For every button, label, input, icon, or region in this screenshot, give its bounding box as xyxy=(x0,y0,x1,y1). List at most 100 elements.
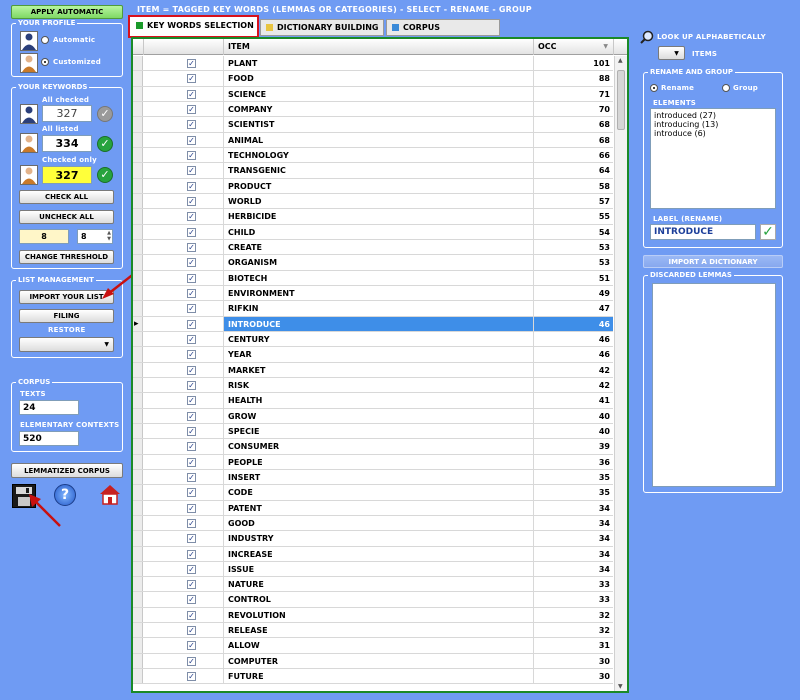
row-selector[interactable] xyxy=(133,423,143,439)
row-checkbox[interactable]: ✓ xyxy=(187,396,196,406)
row-checkbox[interactable]: ✓ xyxy=(187,304,196,314)
row-checkbox[interactable]: ✓ xyxy=(187,288,196,298)
row-selector[interactable] xyxy=(133,178,143,193)
row-selector[interactable] xyxy=(133,255,143,270)
row-selector[interactable] xyxy=(133,132,143,147)
row-checkbox[interactable]: ✓ xyxy=(187,518,196,528)
tab-dictionary-building[interactable]: DICTIONARY BUILDING xyxy=(260,19,384,36)
rename-radio[interactable] xyxy=(650,84,658,92)
restore-dropdown[interactable]: ▼ xyxy=(19,337,114,352)
table-row[interactable]: ✓ INSERT 35 xyxy=(133,469,613,486)
item-column-header[interactable]: ITEM xyxy=(224,39,534,55)
row-selector[interactable] xyxy=(133,623,143,638)
row-selector[interactable] xyxy=(133,607,143,623)
row-checkbox[interactable]: ✓ xyxy=(187,549,196,559)
table-row[interactable]: ✓ PRODUCT 58 xyxy=(133,178,613,194)
row-checkbox[interactable]: ✓ xyxy=(187,227,196,237)
home-icon[interactable] xyxy=(98,482,122,506)
lookup-dropdown[interactable]: ▼ xyxy=(658,46,685,60)
row-selector[interactable] xyxy=(133,163,143,178)
row-checkbox[interactable]: ✓ xyxy=(187,672,196,682)
row-checkbox[interactable]: ✓ xyxy=(187,564,196,574)
group-radio[interactable] xyxy=(722,84,730,92)
row-checkbox[interactable]: ✓ xyxy=(187,120,196,130)
table-row[interactable]: ✓ RIFKIN 47 xyxy=(133,301,613,317)
row-selector[interactable] xyxy=(133,485,143,500)
table-row[interactable]: ✓ CONSUMER 39 xyxy=(133,439,613,455)
vertical-scrollbar[interactable]: ▲ ▼ xyxy=(614,56,627,691)
table-row[interactable]: ✓ BIOTECH 51 xyxy=(133,270,613,286)
row-selector[interactable] xyxy=(133,270,143,285)
list-item[interactable]: introducing (13) xyxy=(654,120,772,129)
table-row[interactable]: ✓ REVOLUTION 32 xyxy=(133,607,613,624)
row-selector[interactable] xyxy=(133,653,143,669)
table-row[interactable]: ✓ WORLD 57 xyxy=(133,193,613,210)
row-checkbox[interactable]: ✓ xyxy=(187,334,196,344)
row-checkbox[interactable]: ✓ xyxy=(187,150,196,160)
row-checkbox[interactable]: ✓ xyxy=(187,610,196,620)
table-row[interactable]: ✓ INTRODUCE46 xyxy=(133,316,613,332)
table-row[interactable]: ✓ CODE 35 xyxy=(133,485,613,501)
confirm-check-icon[interactable]: ✓ xyxy=(760,224,776,240)
table-row[interactable]: ✓ INDUSTRY 34 xyxy=(133,531,613,547)
row-checkbox[interactable]: ✓ xyxy=(187,534,196,544)
table-row[interactable]: ✓ ORGANISM 53 xyxy=(133,255,613,271)
table-row[interactable]: ✓ MARKET 42 xyxy=(133,362,613,378)
table-row[interactable]: ✓ TECHNOLOGY 66 xyxy=(133,147,613,164)
table-row[interactable]: ✓ FUTURE 30 xyxy=(133,669,613,685)
row-checkbox[interactable]: ✓ xyxy=(187,89,196,99)
row-selector[interactable] xyxy=(133,592,143,607)
table-row[interactable]: ✓ ALLOW 31 xyxy=(133,638,613,654)
row-checkbox[interactable]: ✓ xyxy=(187,580,196,590)
row-checkbox[interactable]: ✓ xyxy=(187,212,196,222)
row-checkbox[interactable]: ✓ xyxy=(187,426,196,436)
row-selector[interactable] xyxy=(133,117,143,132)
row-selector[interactable] xyxy=(133,669,143,684)
row-selector[interactable] xyxy=(133,469,143,485)
row-checkbox[interactable]: ✓ xyxy=(187,166,196,176)
row-selector[interactable] xyxy=(133,101,143,117)
row-checkbox[interactable]: ✓ xyxy=(187,365,196,375)
table-row[interactable]: ✓ COMPANY 70 xyxy=(133,101,613,118)
row-checkbox[interactable]: ✓ xyxy=(187,503,196,513)
keywords-grid[interactable]: ITEM OCC ▼ ✓ PLANT 101 ✓ FOOD 88 ✓ SCIENCE 71 ✓ CO… xyxy=(131,37,629,693)
check-icon[interactable]: ✓ xyxy=(97,106,113,122)
row-selector[interactable] xyxy=(133,331,143,347)
magnifier-icon[interactable] xyxy=(640,30,654,44)
row-checkbox[interactable]: ✓ xyxy=(187,319,196,329)
list-item[interactable]: introduce (6) xyxy=(654,129,772,138)
label-rename-input[interactable]: INTRODUCE xyxy=(650,224,756,240)
row-selector[interactable] xyxy=(133,71,143,86)
row-selector[interactable] xyxy=(133,56,143,71)
table-row[interactable]: ✓ PLANT 101 xyxy=(133,56,613,72)
table-row[interactable]: ✓ TRANSGENIC 64 xyxy=(133,163,613,179)
table-row[interactable]: ✓ FOOD 88 xyxy=(133,71,613,87)
table-row[interactable]: ✓ PATENT 34 xyxy=(133,500,613,516)
row-selector[interactable] xyxy=(133,531,143,546)
row-checkbox[interactable]: ✓ xyxy=(187,488,196,498)
row-selector[interactable] xyxy=(133,515,143,531)
table-row[interactable]: ✓ ISSUE 34 xyxy=(133,561,613,578)
table-row[interactable]: ✓ SCIENCE 71 xyxy=(133,86,613,102)
row-selector[interactable] xyxy=(133,577,143,592)
elements-list[interactable]: introduced (27) introducing (13) introdu… xyxy=(650,108,776,209)
row-checkbox[interactable]: ✓ xyxy=(187,595,196,605)
table-row[interactable]: ✓ GOOD 34 xyxy=(133,515,613,532)
row-selector[interactable] xyxy=(133,347,143,362)
threshold-spinner[interactable]: 8 ▲ ▼ xyxy=(77,229,113,244)
row-checkbox[interactable]: ✓ xyxy=(187,104,196,114)
row-selector[interactable] xyxy=(133,638,143,653)
table-row[interactable]: ✓ NATURE 33 xyxy=(133,577,613,593)
row-selector[interactable] xyxy=(133,86,143,101)
table-row[interactable]: ✓ ENVIRONMENT 49 xyxy=(133,285,613,302)
table-row[interactable]: ✓ CONTROL 33 xyxy=(133,592,613,608)
table-row[interactable]: ✓ COMPUTER 30 xyxy=(133,653,613,670)
row-checkbox[interactable]: ✓ xyxy=(187,242,196,252)
row-checkbox[interactable]: ✓ xyxy=(187,411,196,421)
row-selector[interactable] xyxy=(133,362,143,377)
row-selector[interactable] xyxy=(133,193,143,209)
scroll-down-icon[interactable]: ▼ xyxy=(618,683,623,690)
row-selector[interactable] xyxy=(133,209,143,224)
check-icon[interactable]: ✓ xyxy=(97,167,113,183)
customized-radio[interactable] xyxy=(41,58,49,66)
